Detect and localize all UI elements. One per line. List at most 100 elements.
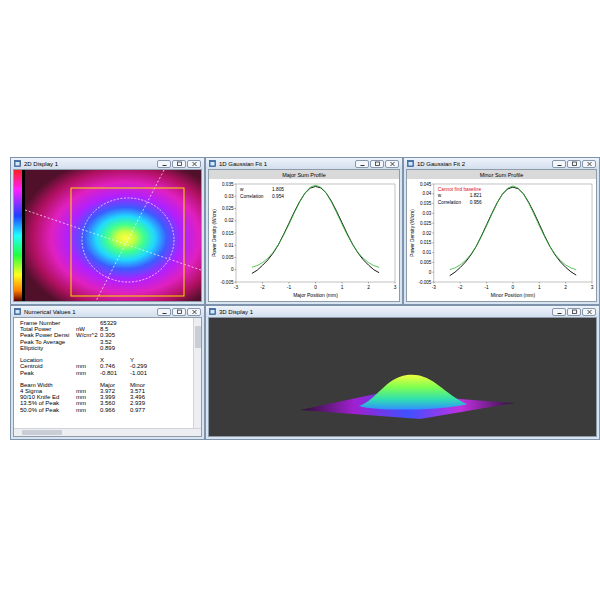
major-axis-line [25,210,201,270]
display-2d-window[interactable]: 2D Display 1 [10,157,205,305]
aperture-box[interactable] [71,188,184,296]
numeric-cell: mm [76,394,100,400]
numeric-cell: 4 Sigma [20,388,76,394]
maximize-button[interactable] [567,308,581,316]
maximize-button[interactable] [567,160,581,168]
numeric-cell [130,320,160,326]
scroll-thumb[interactable] [22,430,62,435]
minimize-button[interactable] [552,160,566,168]
values-area: Frame Number65329Total PowernW8.5Peak Po… [14,318,201,428]
y-tick-label: 0.01 [422,250,431,255]
numeric-cell: 0.305 [100,332,130,338]
beam-image[interactable] [14,170,201,301]
legend-value: 0.956 [470,200,482,205]
title-bar[interactable]: 2D Display 1 [11,158,204,169]
minimize-button[interactable] [552,308,566,316]
x-tick-label: 3 [591,285,594,290]
x-tick-label: 0 [512,285,515,290]
plot-area [434,184,592,282]
window-controls [157,308,201,316]
numeric-cell: mm [76,363,100,369]
numeric-cell [130,351,160,357]
window-content: Minor Sum Profile0.0450.040.0350.030.025… [406,169,597,302]
maximize-icon [373,161,382,167]
window-area: 2D Display 1 1D Gaussian Fit 1Major Sum … [10,157,600,440]
numeric-cell: Peak To Average [20,339,76,345]
window-icon [407,160,414,167]
title-bar[interactable]: 1D Gaussian Fit 1 [206,158,402,169]
window-content [13,169,202,302]
title-bar[interactable]: Numerical Values 1 [11,306,204,317]
numeric-cell [100,351,130,357]
x-axis-label: Major Position (mm) [293,292,338,298]
numeric-cell: mm [76,370,100,376]
numeric-row: Peak Power DensiW/cm^20.305 [20,332,193,338]
y-axis-label: Power Density (W/cm) [410,209,415,257]
numeric-cell: 3.52 [100,339,130,345]
window-content [208,317,597,437]
numeric-cell: Frame Number [20,320,76,326]
maximize-icon [175,309,184,315]
window-title: 1D Gaussian Fit 2 [417,161,465,167]
chart-title-band [407,170,596,179]
x-tick-label: -1 [287,285,292,290]
close-button[interactable] [187,160,201,168]
numeric-cell: Ellipticity [20,345,76,351]
maximize-button[interactable] [172,160,186,168]
y-tick-label: 0.04 [422,191,431,196]
numeric-cell: Peak Power Densi [20,332,76,338]
numeric-cell: Minor [130,382,160,388]
numeric-cell: 65329 [100,320,130,326]
display-3d-window[interactable]: 3D Display 1 [205,305,600,440]
horizontal-scrollbar[interactable] [14,428,201,436]
x-axis-label: Minor Position (mm) [491,292,536,298]
surface-plot[interactable] [209,318,596,436]
maximize-button[interactable] [172,308,186,316]
minimize-icon [160,309,169,315]
x-tick-label: -1 [484,285,489,290]
numeric-cell: Peak [20,370,76,376]
minimize-icon [358,161,367,167]
close-button[interactable] [385,160,399,168]
y-tick-label: 0.035 [420,201,432,206]
numeric-row: LocationXY [20,357,193,363]
close-button[interactable] [582,308,596,316]
window-title: Numerical Values 1 [24,309,76,315]
maximize-icon [175,161,184,167]
desktop: 2D Display 1 1D Gaussian Fit 1Major Sum … [0,0,600,440]
numeric-cell: Centroid [20,363,76,369]
x-tick-label: -2 [260,285,265,290]
y-tick-label: 0.035 [222,182,234,187]
numeric-cell: 3.972 [100,388,130,394]
gaussian-fit-2-window[interactable]: 1D Gaussian Fit 2Minor Sum Profile0.0450… [403,157,600,305]
minimize-button[interactable] [157,308,171,316]
y-tick-label: 0.025 [222,206,234,211]
close-button[interactable] [187,308,201,316]
minimize-button[interactable] [355,160,369,168]
numeric-cell [130,332,160,338]
numeric-row: Centroidmm0.746-0.299 [20,363,193,369]
numeric-row [20,376,193,382]
window-controls [552,308,596,316]
title-bar[interactable]: 1D Gaussian Fit 2 [404,158,599,169]
title-bar[interactable]: 3D Display 1 [206,306,599,317]
numeric-cell: 13.5% of Peak [20,400,76,406]
minimize-button[interactable] [157,160,171,168]
numeric-cell: 90/10 Knife Ed [20,394,76,400]
x-tick-label: -3 [234,285,239,290]
window-icon [14,308,21,315]
maximize-icon [570,309,579,315]
scroll-thumb[interactable] [195,326,201,348]
x-tick-label: 1 [538,285,541,290]
series-line [450,187,577,276]
close-icon [190,161,199,167]
numeric-row: Peakmm-0.801-1.001 [20,370,193,376]
window-controls [355,160,399,168]
y-tick-label: 0.025 [420,221,432,226]
numerical-values-window[interactable]: Numerical Values 1Frame Number65329Total… [10,305,205,440]
window-controls [552,160,596,168]
maximize-button[interactable] [370,160,384,168]
close-button[interactable] [582,160,596,168]
gaussian-fit-1-window[interactable]: 1D Gaussian Fit 1Major Sum Profile0.0350… [205,157,403,305]
vertical-scrollbar[interactable] [193,318,201,428]
